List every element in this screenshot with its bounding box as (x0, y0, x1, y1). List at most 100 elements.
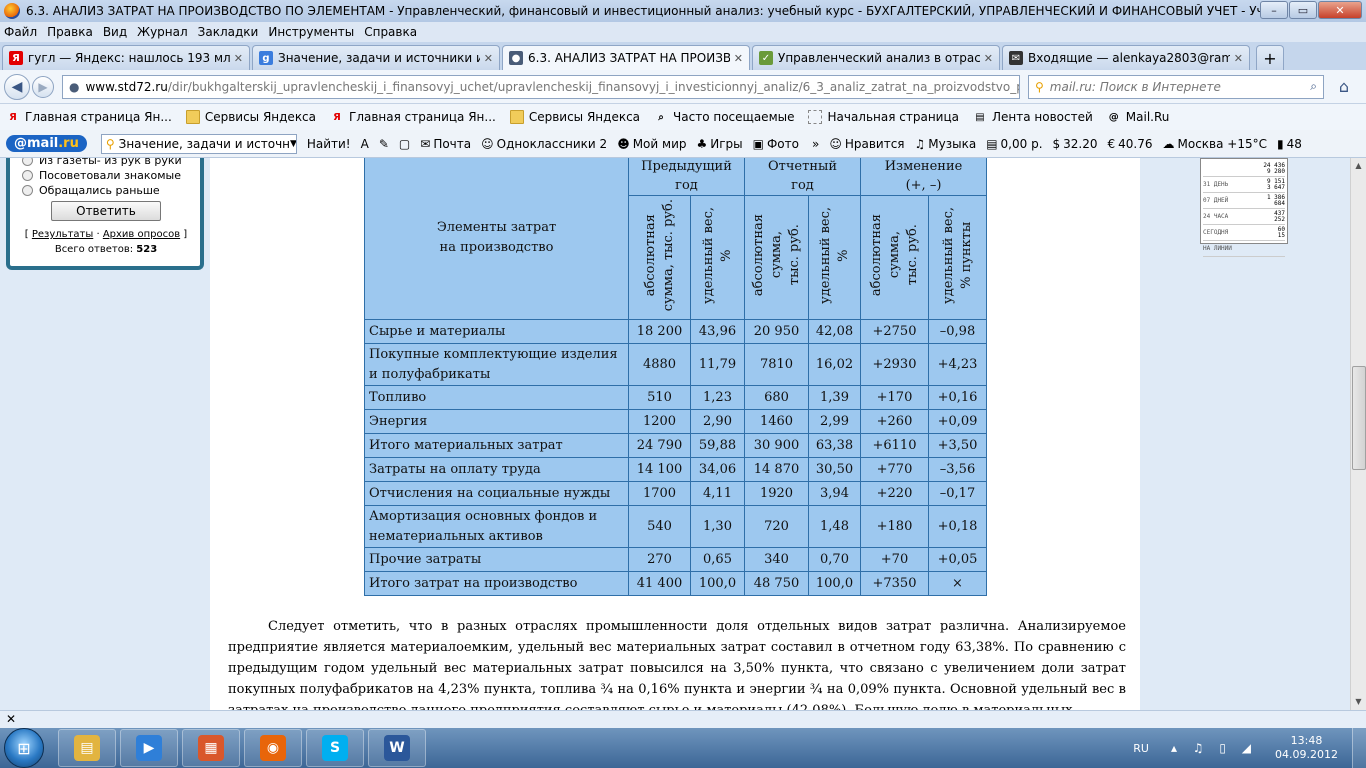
search-input[interactable]: ⚲ mail.ru: Поиск в Интернете ⌕ (1028, 74, 1324, 99)
article-paragraph: Следует отметить, что в разных отраслях … (228, 619, 1126, 710)
radio-button[interactable] (22, 185, 33, 196)
bookmark-item[interactable]: ⌕ Часто посещаемые (654, 110, 794, 124)
close-icon[interactable]: ✕ (6, 712, 16, 726)
search-placeholder: mail.ru: Поиск в Интернете (1049, 79, 1221, 94)
font-size-icon[interactable]: A (361, 137, 369, 151)
clock[interactable]: 13:48 04.09.2012 (1275, 734, 1338, 762)
mailru-item-like[interactable]: ☺ Нравится (829, 137, 904, 151)
menu-bookmarks[interactable]: Закладки (198, 25, 259, 39)
site-identity-icon[interactable]: ● (69, 80, 79, 94)
taskbar-app-word[interactable]: W (368, 729, 426, 767)
taskbar-app-skype[interactable]: S (306, 729, 364, 767)
close-icon[interactable]: ✕ (734, 52, 743, 65)
menu-edit[interactable]: Правка (47, 25, 93, 39)
chevron-down-icon[interactable]: ▼ (290, 139, 296, 149)
start-button[interactable]: ⊞ (4, 728, 44, 768)
mailru-item-more[interactable]: » (809, 137, 819, 151)
bookmark-item[interactable]: ▤ Лента новостей (973, 110, 1093, 124)
bookmark-item[interactable]: Начальная страница (808, 110, 959, 124)
show-desktop-button[interactable] (1352, 728, 1366, 768)
tab-3[interactable]: ● 6.3. АНАЛИЗ ЗАТРАТ НА ПРОИЗВО... ✕ (502, 45, 750, 70)
scroll-down-icon[interactable]: ▼ (1351, 694, 1366, 710)
taskbar-app-media-player[interactable]: ▶ (120, 729, 178, 767)
answer-button[interactable]: Ответить (51, 201, 161, 221)
clipboard-icon[interactable]: ▢ (399, 137, 410, 151)
menu-help[interactable]: Справка (364, 25, 417, 39)
bookmark-item[interactable]: @ Mail.Ru (1107, 110, 1170, 124)
row-name: Амортизация основных фондов и нематериал… (364, 505, 629, 548)
bookmark-item[interactable]: Сервисы Яндекса (509, 110, 640, 124)
radio-button[interactable] (22, 158, 33, 166)
search-icon[interactable]: ⌕ (1310, 79, 1317, 94)
close-icon[interactable]: ✕ (234, 52, 243, 65)
tab-4[interactable]: ✓ Управленческий анализ в отраслях ✕ (752, 45, 1000, 70)
taskbar-app-package[interactable]: ▦ (182, 729, 240, 767)
tab-2[interactable]: g Значение, задачи и источники инф... ✕ (252, 45, 500, 70)
menu-tools[interactable]: Инструменты (268, 25, 354, 39)
table-cell: 1460 (744, 409, 809, 434)
radio-button[interactable] (22, 170, 33, 181)
subheader-chg-abs: абсолютная сумма, тыс. руб. (860, 195, 929, 320)
tab-label: 6.3. АНАЛИЗ ЗАТРАТ НА ПРОИЗВО... (528, 51, 730, 65)
mailru-item-envelope[interactable]: ✉ Почта (420, 137, 471, 151)
table-cell: 1,39 (808, 385, 861, 410)
poll-option[interactable]: Посоветовали знакомые (22, 169, 190, 182)
language-indicator[interactable]: RU (1133, 742, 1149, 755)
mailru-find-button[interactable]: Найти! (307, 137, 351, 151)
menu-file[interactable]: Файл (4, 25, 37, 39)
menu-view[interactable]: Вид (103, 25, 127, 39)
visit-counter[interactable]: 24 436 9 280 31 ДЕНЬ 9 151 3 647 07 ДНЕЙ 1 386… (1200, 158, 1288, 257)
mailru-item-ok[interactable]: ☺ Одноклассники 2 (481, 137, 607, 151)
mailru-item-wallet[interactable]: ▤ 0,00 р. (986, 137, 1042, 151)
scroll-up-icon[interactable]: ▲ (1351, 158, 1366, 174)
mailru-item-euro[interactable]: €40.76 (1108, 137, 1153, 151)
window-titlebar[interactable]: 6.3. АНАЛИЗ ЗАТРАТ НА ПРОИЗВОДСТВО ПО ЭЛ… (0, 0, 1366, 22)
bookmark-item[interactable]: Я Главная страница Ян... (330, 110, 496, 124)
bookmark-label: Начальная страница (827, 110, 960, 124)
minimize-button[interactable]: – (1260, 1, 1288, 19)
results-link[interactable]: Результаты (32, 229, 93, 240)
close-icon[interactable]: ✕ (1234, 52, 1243, 65)
tab-5[interactable]: ✉ Входящие — alenkaya2803@rambler.... ✕ (1002, 45, 1250, 70)
url-bar[interactable]: ● www.std72.ru/dir/bukhgalterskij_upravl… (62, 74, 1020, 99)
tab-1[interactable]: Ягугл — Яндекс: нашлось 193 млн от... ✕ (2, 45, 250, 70)
table-cell: 720 (744, 505, 809, 548)
back-button[interactable]: ◀ (4, 73, 30, 100)
mailru-item-traffic[interactable]: ▮ 48 (1277, 137, 1302, 151)
table-cell: 30 900 (744, 433, 809, 458)
scroll-thumb[interactable] (1352, 366, 1366, 470)
mailru-logo[interactable]: @mail.ru (6, 135, 87, 152)
search-engine-icon[interactable]: ⚲ (1035, 80, 1044, 94)
mailru-item-weather[interactable]: ☁ Москва +15°С (1163, 137, 1267, 151)
new-tab-button[interactable]: + (1256, 45, 1284, 70)
tab-label: Управленческий анализ в отраслях (778, 51, 980, 65)
forward-button[interactable]: ▶ (32, 75, 54, 98)
home-icon[interactable]: ⌂ (1332, 75, 1356, 99)
mailru-item-music[interactable]: ♫ Музыка (915, 137, 977, 151)
highlight-icon[interactable]: ✎ (379, 137, 389, 151)
page-scrollbar[interactable]: ▲ ▼ (1350, 158, 1366, 710)
close-icon[interactable]: ✕ (484, 52, 493, 65)
mailru-item-myworld[interactable]: ☻ Мой мир (617, 137, 686, 151)
tray-icons[interactable]: ▴ ♫ ▯ ◢ (1171, 741, 1257, 755)
poll-option[interactable]: Обращались раньше (22, 184, 190, 197)
mailru-item-camera[interactable]: ▣ Фото (753, 137, 799, 151)
poll-option[interactable]: Из газеты- из рук в руки (22, 158, 190, 167)
menu-history[interactable]: Журнал (137, 25, 188, 39)
bookmark-item[interactable]: Я Главная страница Ян... (6, 110, 172, 124)
close-icon[interactable]: ✕ (984, 52, 993, 65)
taskbar-app-explorer[interactable]: ▤ (58, 729, 116, 767)
skype-icon: S (322, 735, 348, 761)
mailru-item-dollar[interactable]: $32.20 (1053, 137, 1098, 151)
main-article: Элементы затрат на производство Предыдущ… (210, 158, 1140, 710)
maximize-button[interactable]: ▭ (1289, 1, 1317, 19)
table-cell: 48 750 (744, 571, 809, 596)
mailru-item-games[interactable]: ♣ Игры (696, 137, 742, 151)
taskbar-app-firefox[interactable]: ◉ (244, 729, 302, 767)
mailru-search-input[interactable]: ⚲ Значение, задачи и источн ▼ (100, 133, 297, 154)
archive-link[interactable]: Архив опросов (103, 229, 180, 240)
close-button[interactable]: ✕ (1318, 1, 1362, 19)
bookmark-item[interactable]: Сервисы Яндекса (185, 110, 316, 124)
table-row: Отчисления на социальные нужды 1700 4,11 19… (364, 481, 987, 506)
tab-label: гугл — Яндекс: нашлось 193 млн от... (28, 51, 230, 65)
